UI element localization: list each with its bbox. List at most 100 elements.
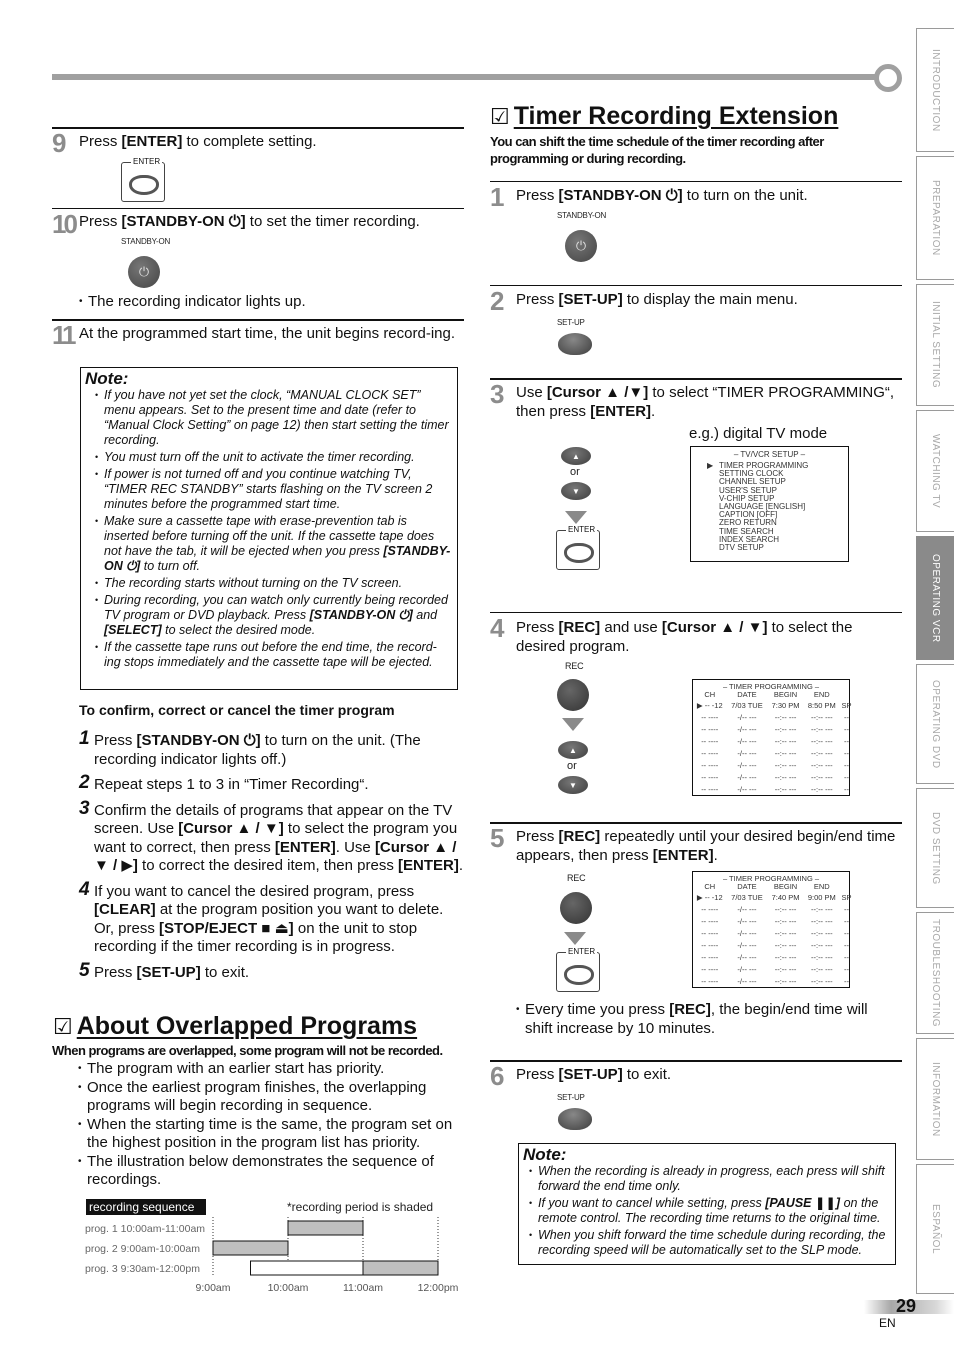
table-cell: -- xyxy=(843,748,849,758)
step-9-text: Press [ENTER] to complete setting. xyxy=(79,133,317,150)
step-4-text: Press [REC] and use [Cursor ▲ / ▼] to se… xyxy=(516,619,853,655)
side-tab-español[interactable]: ESPAÑOL xyxy=(916,1164,954,1294)
table-row: -- ---- -/-- --- --:-- --- --:-- --- -- xyxy=(693,903,853,915)
side-tab-introduction[interactable]: INTRODUCTION xyxy=(916,28,954,152)
table-row: -- ---- -/-- --- --:-- --- --:-- --- -- xyxy=(693,927,853,939)
column-header: CH xyxy=(704,690,716,699)
side-tab-information[interactable]: INFORMATION xyxy=(916,1038,954,1160)
divider xyxy=(52,319,464,321)
table-cell: -/-- --- xyxy=(737,712,757,722)
side-tab-dvd-setting[interactable]: DVD SETTING xyxy=(916,788,954,908)
table-cell: 7:30 PM xyxy=(771,700,800,710)
divider xyxy=(490,612,902,613)
step-number: 4 xyxy=(79,878,90,900)
table-cell: -/-- --- xyxy=(737,964,757,974)
step-5-bullets: Every time you press [REC], the begin/en… xyxy=(516,1001,896,1038)
enter-button-illustration: ENTER xyxy=(121,157,165,202)
table-cell: 8:50 PM xyxy=(807,700,836,710)
table-cell: -- ---- xyxy=(701,976,719,986)
table-cell: -- ---- xyxy=(701,928,719,938)
bullet-item: When the starting time is the same, the … xyxy=(78,1116,468,1153)
table-cell: --:-- --- xyxy=(774,940,797,950)
timer-programming-screen-1: – TIMER PROGRAMMING – CH DATE BEGIN END ▶ -- … xyxy=(692,679,853,796)
table-cell: --:-- --- xyxy=(774,712,797,722)
side-tab-label: PREPARATION xyxy=(930,180,941,256)
step-number: 1 xyxy=(79,728,90,749)
table-row: -- ---- -/-- --- --:-- --- --:-- --- -- xyxy=(693,951,853,963)
side-tab-operating-vcr[interactable]: OPERATING VCR xyxy=(916,536,954,660)
enter-oval-icon xyxy=(129,175,159,195)
step-11-text: At the programmed start time, the unit b… xyxy=(79,325,456,342)
table-cell: --:-- --- xyxy=(774,952,797,962)
table-cell: --:-- --- xyxy=(810,760,833,770)
example-caption: e.g.) digital TV mode xyxy=(689,425,828,442)
power-icon: ⏻ xyxy=(565,230,597,262)
table-cell: -- xyxy=(843,724,849,734)
rec-label: REC xyxy=(567,873,586,883)
column-header: END xyxy=(813,882,830,891)
arrow-down-icon xyxy=(565,511,587,524)
table-cell: -- xyxy=(843,952,849,962)
side-tab-troubleshooting[interactable]: TROUBLESHOOTING xyxy=(916,912,954,1034)
standby-label: STANDBY-ON xyxy=(121,237,171,246)
recorded-bar xyxy=(212,1240,289,1256)
header-ring-ornament xyxy=(874,64,902,92)
table-cell: -- xyxy=(843,712,849,722)
table-cell: --:-- --- xyxy=(774,772,797,782)
overlap-subtitle: When programs are overlapped, some progr… xyxy=(52,1043,443,1058)
recording-sequence-chart: recording sequence *recording period is s… xyxy=(85,1199,459,1294)
table-cell: -- xyxy=(843,736,849,746)
confirm-step: 2 Repeat steps 1 to 3 in “Timer Recording… xyxy=(79,772,369,793)
setup-button-illustration xyxy=(558,1108,592,1130)
table-cell: --:-- --- xyxy=(774,976,797,986)
table-cell: -- ---- xyxy=(701,748,719,758)
column-header: BEGIN xyxy=(773,882,798,891)
bullet-item: The program with an earlier start has pr… xyxy=(78,1060,468,1079)
table-cell: -- xyxy=(843,928,849,938)
table-cell: -- ---- xyxy=(701,712,719,722)
step-number: 10 xyxy=(52,209,78,239)
x-tick-label: 10:00am xyxy=(268,1282,309,1294)
table-cell: 7/03 TUE xyxy=(731,892,763,902)
power-icon: ⏻ xyxy=(128,256,160,288)
timer-extension-subtitle: You can shift the time schedule of the t… xyxy=(490,134,824,166)
table-cell: --:-- --- xyxy=(810,712,833,722)
table-row: -- ---- -/-- --- --:-- --- --:-- --- -- xyxy=(693,783,853,795)
side-tab-watching-tv[interactable]: WATCHING TV xyxy=(916,410,954,532)
note-item: If you want to cancel while setting, pre… xyxy=(529,1196,891,1226)
checkbox-icon: ☑ xyxy=(490,104,510,129)
side-tab-preparation[interactable]: PREPARATION xyxy=(916,156,954,280)
table-cell: --:-- --- xyxy=(774,964,797,974)
language-code: EN xyxy=(879,1316,896,1330)
table-row: -- ---- -/-- --- --:-- --- --:-- --- -- xyxy=(693,735,853,747)
table-cell: --:-- --- xyxy=(774,784,797,794)
table-cell: --:-- --- xyxy=(810,772,833,782)
table-cell: --:-- --- xyxy=(774,916,797,926)
x-tick-label: 12:00pm xyxy=(418,1282,459,1294)
table-cell: -- ---- xyxy=(701,772,719,782)
checkbox-icon: ☑ xyxy=(53,1014,73,1039)
side-tab-operating-dvd[interactable]: OPERATING DVD xyxy=(916,664,954,784)
cursor-down-button: ▼ xyxy=(561,482,591,500)
standby-label: STANDBY-ON xyxy=(557,211,607,220)
side-tab-label: TROUBLESHOOTING xyxy=(930,918,941,1028)
row-label: prog. 1 10:00am-11:00am xyxy=(85,1223,205,1235)
note-title: Note: xyxy=(523,1145,567,1164)
tv-vcr-setup-screen: – TV/VCR SETUP – ▶ TIMER PROGRAMMING SETT… xyxy=(690,446,849,562)
divider xyxy=(490,181,902,182)
table-cell: -/-- --- xyxy=(737,976,757,986)
header-rule xyxy=(52,74,884,80)
note-title: Note: xyxy=(85,369,129,388)
table-cell: --:-- --- xyxy=(774,760,797,770)
side-tab-label: ESPAÑOL xyxy=(930,1204,941,1254)
table-cell: -/-- --- xyxy=(737,784,757,794)
table-cell: -- ---- xyxy=(701,724,719,734)
menu-items: TIMER PROGRAMMING SETTING CLOCK CHANNEL SE… xyxy=(719,461,808,552)
table-cell: ▶ -- -12 xyxy=(696,700,723,710)
table-cell: --:-- --- xyxy=(774,724,797,734)
column-header: DATE xyxy=(737,882,757,891)
chart-title: recording sequence xyxy=(89,1200,195,1214)
table-cell: -/-- --- xyxy=(737,736,757,746)
side-tab-initial-setting[interactable]: INITIAL SETTING xyxy=(916,284,954,406)
step-number: 3 xyxy=(79,797,90,819)
